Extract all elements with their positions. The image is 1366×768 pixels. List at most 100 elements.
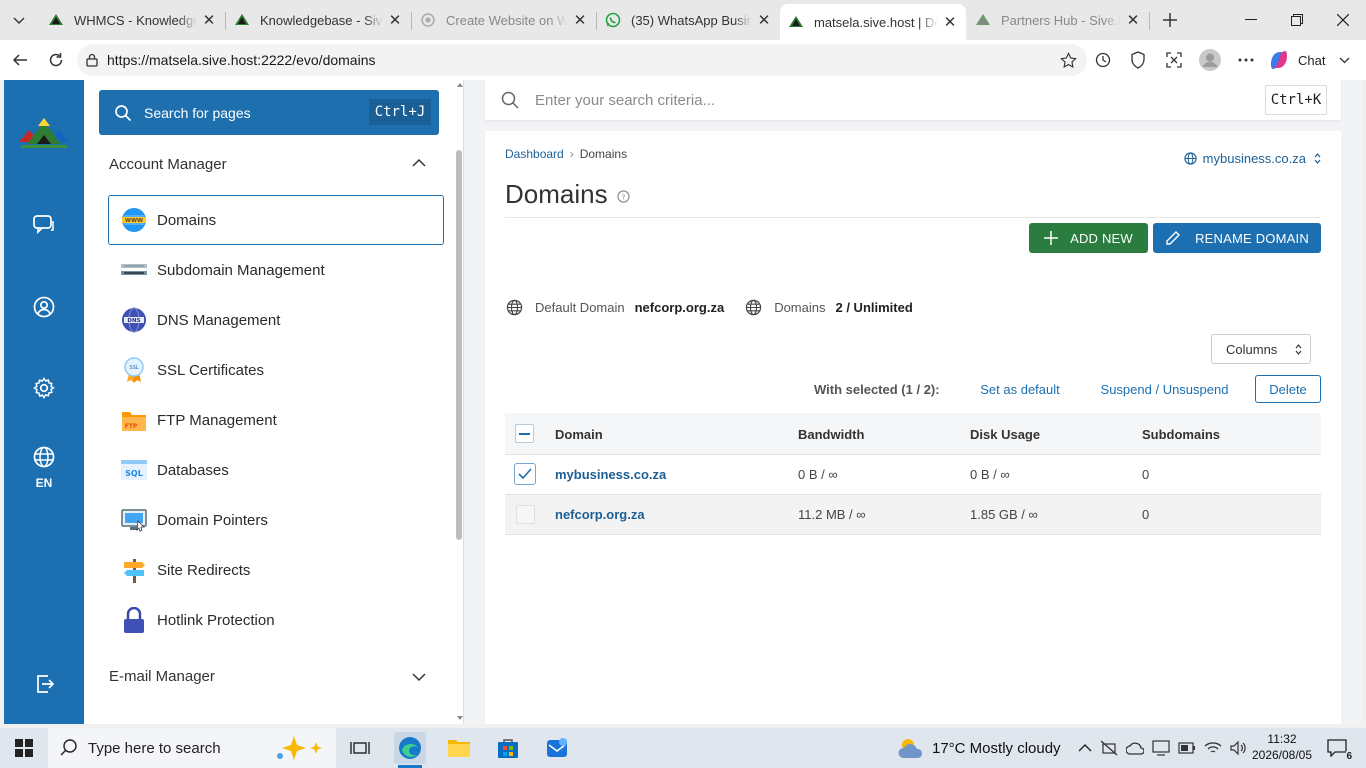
search-highlight-icon [277,736,322,760]
domain-selector[interactable]: mybusiness.co.za [1184,151,1321,166]
column-header-disk[interactable]: Disk Usage [970,427,1040,442]
search-pages-button[interactable]: Search for pages Ctrl+J [99,90,439,135]
taskbar-search-box[interactable]: Type here to search [48,728,336,768]
chevron-down-icon[interactable] [412,672,426,682]
start-button[interactable] [8,732,40,764]
scroll-down-arrow[interactable] [457,716,463,720]
sidebar-item-domain-pointers[interactable]: Domain Pointers [108,495,444,545]
scroll-up-arrow[interactable] [457,83,463,87]
task-view-button[interactable] [344,732,376,764]
browser-tab[interactable]: Knowledgebase - Sive.H ✕ [226,6,411,34]
close-tab-icon[interactable]: ✕ [942,13,958,31]
chevron-up-icon[interactable] [1078,743,1092,753]
cloud-sync-icon[interactable] [1126,740,1144,756]
system-tray [1078,728,1248,768]
wifi-icon[interactable] [1204,741,1222,755]
browser-tab[interactable]: Create Website on Wor ✕ [412,6,596,34]
profile-button[interactable] [1194,44,1226,76]
settings-menu-button[interactable] [1230,44,1262,76]
main-content: Enter your search criteria... Ctrl+K Das… [464,80,1362,724]
rail-user-button[interactable] [24,287,64,327]
sidebar-item-ssl[interactable]: SSL SSL Certificates [108,345,444,395]
copilot-chat-button[interactable]: Chat [1268,46,1350,74]
favorite-star-icon[interactable] [1060,52,1077,69]
reload-button[interactable] [40,44,72,76]
shield-button[interactable] [1122,44,1154,76]
outlook-button[interactable] [541,732,573,764]
sidebar-item-site-redirects[interactable]: Site Redirects [108,545,444,595]
column-header-domain[interactable]: Domain [555,427,603,442]
sidebar-item-ftp[interactable]: FTP FTP Management [108,395,444,445]
language-label[interactable]: EN [4,476,84,490]
browser-tab-strip: WHMCS - Knowledgeba ✕ Knowledgebase - Si… [0,0,1366,40]
page-title: Domains [505,179,608,209]
file-explorer-button[interactable] [443,732,475,764]
rail-settings-button[interactable] [24,368,64,408]
domain-link[interactable]: mybusiness.co.za [555,467,666,482]
monitor-icon[interactable] [1152,740,1170,756]
close-tab-icon[interactable]: ✕ [201,11,217,29]
clock[interactable]: 11:32 2026/08/05 [1250,731,1314,763]
columns-select[interactable]: Columns [1211,334,1311,364]
set-default-button[interactable]: Set as default [967,375,1073,403]
back-button[interactable] [4,44,36,76]
speaker-icon[interactable] [1230,741,1248,755]
weather-widget[interactable]: 17°C Mostly cloudy [897,728,1061,768]
column-header-subdomains[interactable]: Subdomains [1142,427,1220,442]
sidebar-item-databases[interactable]: SQL Databases [108,445,444,495]
row-checkbox[interactable] [516,505,535,524]
select-all-checkbox[interactable] [515,424,534,443]
close-window-button[interactable] [1320,0,1366,40]
search-shortcut: Ctrl+K [1265,85,1327,115]
new-tab-button[interactable] [1152,0,1188,40]
sidebar-item-hotlink[interactable]: Hotlink Protection [108,595,444,645]
rail-messages-button[interactable] [24,205,64,245]
store-button[interactable] [492,732,524,764]
row-checkbox[interactable] [514,463,536,485]
minimize-button[interactable] [1228,0,1274,40]
browser-tab[interactable]: Partners Hub - Sive.Host ✕ [967,6,1149,34]
chevron-up-icon[interactable] [412,158,426,168]
close-tab-icon[interactable]: ✕ [387,11,403,29]
close-tab-icon[interactable]: ✕ [1125,11,1141,29]
sidebar-item-subdomains[interactable]: Subdomain Management [108,245,444,295]
close-tab-icon[interactable]: ✕ [756,11,772,29]
breadcrumb-dashboard[interactable]: Dashboard [505,147,564,161]
sidebar-item-label: Domains [157,211,217,229]
weather-cloudy-icon [898,739,923,758]
account-manager-header[interactable]: Account Manager [109,156,227,173]
chat-bubbles-icon [33,215,54,235]
add-new-button[interactable]: ADD NEW [1029,223,1148,253]
battery-icon[interactable] [1178,742,1196,754]
address-bar[interactable]: https://matsela.sive.host:2222/evo/domai… [77,44,1087,76]
delete-button[interactable]: Delete [1255,375,1321,403]
browser-tab-active[interactable]: matsela.sive.host | Doma ✕ [780,4,966,40]
rail-logout-button[interactable] [24,664,64,704]
close-tab-icon[interactable]: ✕ [572,11,588,29]
sidebar-item-domains[interactable]: WWW Domains [108,195,444,245]
sidebar-item-dns[interactable]: DNS DNS Management [108,295,444,345]
column-header-bandwidth[interactable]: Bandwidth [798,427,864,442]
browser-tab[interactable]: WHMCS - Knowledgeba ✕ [40,6,225,34]
tab-list-dropdown[interactable] [0,0,38,40]
tab-title: Create Website on Wor [446,12,568,28]
sidebar-scrollbar[interactable] [456,150,462,540]
history-button[interactable] [1087,44,1119,76]
global-search-input[interactable]: Enter your search criteria... Ctrl+K [485,80,1341,120]
rail-language-button[interactable] [24,437,64,477]
tab-title: matsela.sive.host | Doma [814,14,938,30]
domain-link[interactable]: nefcorp.org.za [555,507,645,522]
email-manager-header[interactable]: E-mail Manager [109,668,215,685]
suspend-button[interactable]: Suspend / Unsuspend [1087,375,1242,403]
notification-center-button[interactable]: 6 [1322,736,1352,762]
edge-icon [399,737,421,759]
browser-tab[interactable]: (35) WhatsApp Business ✕ [597,6,780,34]
sive-logo[interactable] [12,110,76,150]
help-icon[interactable]: ? [616,190,630,203]
extensions-button[interactable] [1158,44,1190,76]
edge-taskbar-button[interactable] [394,732,426,764]
rename-domain-button[interactable]: RENAME DOMAIN [1153,223,1321,253]
network-off-icon[interactable] [1100,740,1118,756]
restore-button[interactable] [1274,0,1320,40]
logo-icon [19,118,69,148]
